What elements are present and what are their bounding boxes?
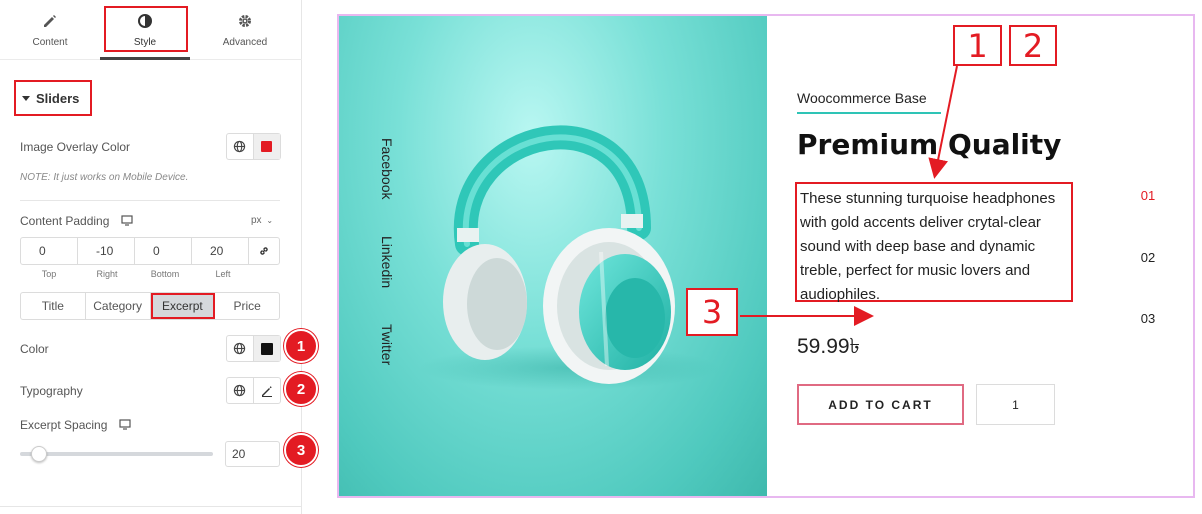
typography-control xyxy=(226,377,281,404)
segment-price[interactable]: Price xyxy=(215,293,279,319)
callout-1: 1 xyxy=(953,25,1002,66)
link-values-button[interactable] xyxy=(249,238,279,264)
padding-bottom-input[interactable]: 0 xyxy=(135,238,192,264)
product-image: Facebook Linkedin Twitter xyxy=(339,16,767,496)
slider-preview: Facebook Linkedin Twitter Woocommerce Ba… xyxy=(337,14,1195,498)
typography-label: Typography xyxy=(20,384,83,398)
pencil-icon xyxy=(44,15,56,27)
image-overlay-control xyxy=(226,133,281,160)
add-to-cart-button[interactable]: ADD TO CART xyxy=(797,384,964,425)
excerpt-spacing-label: Excerpt Spacing xyxy=(20,418,131,432)
overlay-color-swatch[interactable] xyxy=(253,134,280,159)
quantity-input[interactable]: 1 xyxy=(976,384,1055,425)
edit-typography-button[interactable] xyxy=(254,378,280,403)
tab-content[interactable]: Content xyxy=(0,0,100,58)
color-swatch[interactable] xyxy=(253,336,280,361)
step-badge-3: 3 xyxy=(284,433,318,467)
globe-icon xyxy=(234,342,246,355)
segment-title[interactable]: Title xyxy=(21,293,86,319)
padding-right-input[interactable]: -10 xyxy=(78,238,135,264)
category-label[interactable]: Woocommerce Base xyxy=(797,90,927,106)
step-badge-1: 1 xyxy=(284,329,318,363)
panel-divider xyxy=(0,506,302,507)
pager-item-01[interactable]: 01 xyxy=(1133,188,1163,203)
headphones-illustration xyxy=(419,125,719,390)
padding-side-labels: Top Right Bottom Left xyxy=(41,269,231,279)
element-segment-control: Title Category Excerpt Price xyxy=(20,292,280,320)
excerpt-spacing-slider[interactable] xyxy=(20,452,213,456)
mobile-note: NOTE: It just works on Mobile Device. xyxy=(20,172,189,183)
segment-excerpt[interactable]: Excerpt xyxy=(150,293,216,319)
callout-2: 2 xyxy=(1009,25,1057,66)
padding-left-input[interactable]: 20 xyxy=(192,238,249,264)
product-title: Premium Quality xyxy=(797,128,1062,161)
swatch-red xyxy=(261,141,273,152)
globe-icon xyxy=(234,384,246,397)
padding-top-input[interactable]: 0 xyxy=(21,238,78,264)
swatch-black xyxy=(260,342,273,355)
padding-inputs: 0 -10 0 20 xyxy=(20,237,280,265)
social-twitter-link[interactable]: Twitter xyxy=(379,324,395,365)
pager-item-02[interactable]: 02 xyxy=(1133,250,1163,265)
gear-icon xyxy=(239,15,251,27)
unit-select[interactable]: px ⌄ xyxy=(251,215,273,226)
global-colors-button[interactable] xyxy=(227,336,254,361)
product-price: 59.99৳ xyxy=(797,335,861,358)
global-colors-button[interactable] xyxy=(227,134,254,159)
tab-style[interactable]: Style xyxy=(100,0,190,60)
section-toggle-sliders[interactable]: Sliders xyxy=(14,80,92,116)
global-fonts-button[interactable] xyxy=(227,378,254,403)
excerpt-spacing-input[interactable]: 20 xyxy=(225,441,280,467)
segment-category[interactable]: Category xyxy=(86,293,151,319)
category-underline xyxy=(797,112,941,114)
pencil-icon xyxy=(261,385,272,397)
color-label: Color xyxy=(20,342,49,356)
desktop-icon xyxy=(119,419,131,430)
contrast-icon xyxy=(138,14,152,28)
section-label: Sliders xyxy=(36,90,80,106)
slider-handle[interactable] xyxy=(31,446,47,462)
content-padding-label: Content Padding xyxy=(20,214,133,228)
callout-3: 3 xyxy=(686,288,738,336)
panel-tabs: Content Style Advanced xyxy=(0,0,302,60)
caret-down-icon xyxy=(22,95,30,101)
color-control xyxy=(226,335,281,362)
chevron-down-icon: ⌄ xyxy=(266,216,274,225)
step-badge-2: 2 xyxy=(284,372,318,406)
editor-panel: Content Style Advanced Sliders Image Ove… xyxy=(0,0,302,514)
product-excerpt: These stunning turquoise headphones with… xyxy=(795,182,1073,303)
link-icon xyxy=(260,247,268,255)
divider xyxy=(20,200,280,201)
social-facebook-link[interactable]: Facebook xyxy=(379,138,395,199)
globe-icon xyxy=(234,140,246,153)
tab-advanced[interactable]: Advanced xyxy=(190,0,300,58)
pager-item-03[interactable]: 03 xyxy=(1133,311,1163,326)
product-info: Woocommerce Base Premium Quality These s… xyxy=(769,16,1193,496)
desktop-icon xyxy=(121,215,133,226)
image-overlay-label: Image Overlay Color xyxy=(20,140,131,154)
social-linkedin-link[interactable]: Linkedin xyxy=(379,236,395,288)
